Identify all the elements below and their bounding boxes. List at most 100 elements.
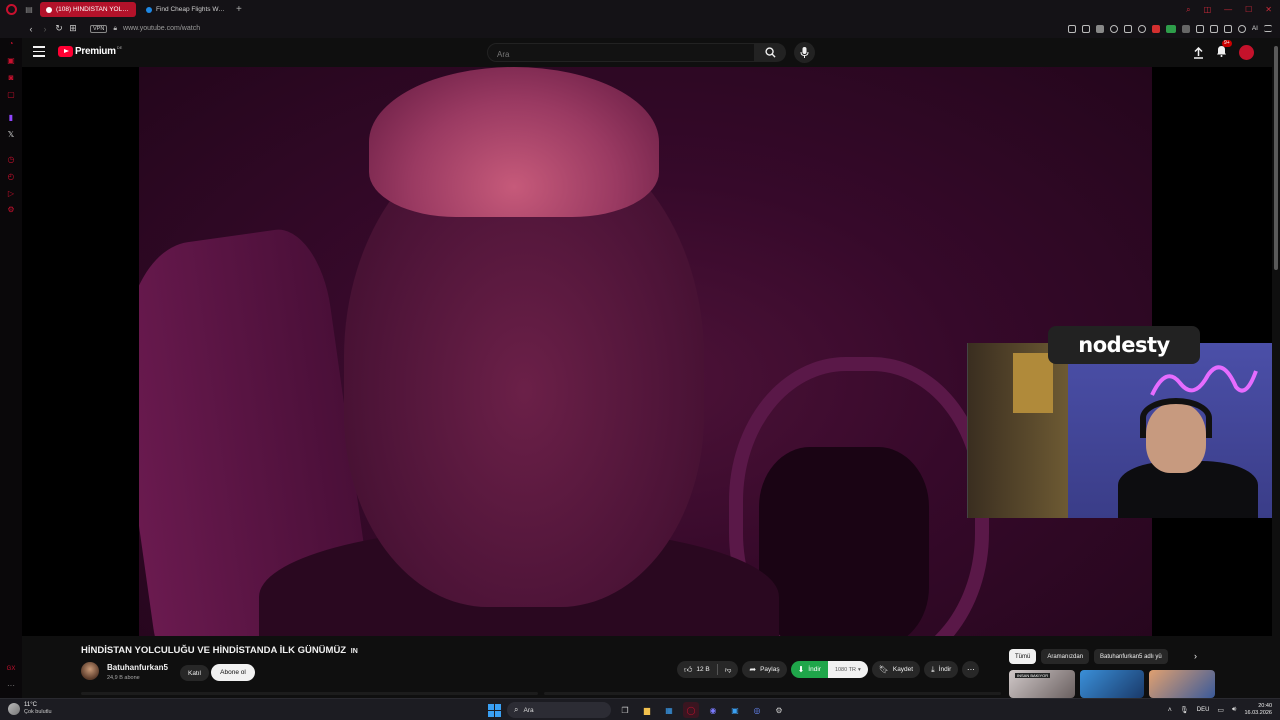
opera-logo-icon[interactable]	[0, 0, 22, 19]
share-button[interactable]: ➦ Paylaş	[742, 661, 787, 678]
back-icon[interactable]: ‹	[24, 24, 38, 34]
save-button[interactable]: 🔖︎ Kaydet	[871, 661, 921, 678]
extension-green-icon[interactable]	[1165, 24, 1176, 33]
chip-all[interactable]: Tümü	[1009, 649, 1037, 664]
tab-flights[interactable]: Find Cheap Flights Worldw	[140, 2, 232, 17]
related-video-thumbnail[interactable]	[1080, 670, 1144, 698]
file-explorer-icon[interactable]: ▆	[639, 702, 655, 718]
extension-red-icon[interactable]	[1151, 24, 1160, 33]
more-icon[interactable]: ···	[6, 680, 16, 690]
heart-icon[interactable]	[1137, 24, 1146, 33]
account-avatar[interactable]	[1239, 45, 1254, 60]
app-circle-icon[interactable]: ◎	[749, 702, 765, 718]
download-icon: ⤓	[931, 664, 935, 674]
upload-icon[interactable]	[1193, 46, 1204, 59]
shield-icon[interactable]	[1095, 24, 1104, 33]
history-icon[interactable]: ◷	[6, 154, 16, 164]
clock[interactable]: 20:40 16.03.2026	[1244, 703, 1272, 717]
dislike-button[interactable]: 👎︎	[718, 661, 739, 678]
mic-tray-icon[interactable]: 🎙︎	[1180, 706, 1189, 714]
minimize-icon[interactable]: —	[1224, 5, 1232, 14]
share-label: Paylaş	[760, 666, 780, 673]
channel-avatar[interactable]	[81, 662, 99, 680]
aria-icon[interactable]: ◔	[6, 38, 16, 48]
close-icon[interactable]: ✕	[1265, 5, 1272, 14]
search-tabs-icon[interactable]: ⌕	[1186, 5, 1190, 15]
reload-icon[interactable]: ↻	[52, 23, 66, 34]
tab-sidebar-icon[interactable]: ▤	[22, 0, 36, 19]
search-input[interactable]	[488, 46, 754, 63]
pin-icon[interactable]	[1067, 24, 1076, 33]
forward-icon[interactable]: ›	[38, 24, 52, 34]
ai-button[interactable]: AI	[1252, 25, 1258, 32]
download-button[interactable]: ⤓ İndir	[924, 661, 959, 678]
related-video-thumbnail[interactable]	[1149, 670, 1215, 698]
page-scrollbar[interactable]	[1272, 38, 1280, 698]
download2-label: İndir	[938, 666, 952, 673]
wallet-icon[interactable]	[1223, 24, 1232, 33]
shopping-icon[interactable]: ▣	[6, 55, 16, 65]
scrollbar-thumb[interactable]	[1274, 46, 1278, 270]
tab-youtube[interactable]: (108) HİNDİSTAN YOLCUL	[40, 2, 136, 17]
opera-gx-taskbar-icon[interactable]: ◯	[683, 702, 699, 718]
windows-start-icon[interactable]	[488, 703, 501, 717]
lock-icon[interactable]: 🔒︎	[113, 25, 117, 33]
new-tab-button[interactable]: +	[236, 4, 242, 15]
like-button[interactable]: 👍︎ 12 B	[677, 661, 717, 678]
video-title: HİNDİSTAN YOLCULUĞU VE HİNDİSTANDA İLK G…	[81, 645, 358, 656]
youtube-logo[interactable]: Premium DE	[58, 45, 122, 57]
discord-icon[interactable]: ◉	[705, 702, 721, 718]
puzzle-icon[interactable]	[1195, 24, 1204, 33]
camera-icon[interactable]	[1123, 24, 1132, 33]
chip-channel[interactable]: Batuhanfurkan5 adlı yü	[1094, 649, 1168, 664]
maximize-icon[interactable]: ☐	[1245, 5, 1252, 14]
settings-gear-icon[interactable]: ⚙	[771, 702, 787, 718]
chevron-right-icon[interactable]: ›	[1194, 651, 1197, 661]
instagram-icon[interactable]: ▢	[6, 89, 16, 99]
related-video-thumbnail[interactable]: INSAN BAKIYOR	[1009, 670, 1075, 698]
app-window-icon[interactable]: ▣	[727, 702, 743, 718]
screenshot-icon[interactable]	[1081, 24, 1090, 33]
player-icon[interactable]: ▷	[6, 188, 16, 198]
language-indicator[interactable]: DEU	[1197, 707, 1210, 713]
snapshot-icon[interactable]: ◫	[1204, 5, 1212, 14]
subscribe-button[interactable]: Abone ol	[211, 664, 255, 681]
show-hidden-icons-icon[interactable]: ˄	[1168, 707, 1172, 714]
search-button[interactable]	[755, 43, 786, 62]
join-button[interactable]: Katıl	[180, 665, 209, 681]
play-icon[interactable]	[1109, 24, 1118, 33]
x-twitter-icon[interactable]: 𝕏	[6, 129, 16, 139]
download-icon[interactable]	[1209, 24, 1218, 33]
vpn-badge[interactable]: VPN	[90, 24, 108, 33]
chip-from-search[interactable]: Aramanızdan	[1041, 649, 1090, 664]
download-label: İndir	[808, 666, 821, 673]
notification-badge: 9+	[1222, 39, 1232, 47]
taskbar-search[interactable]: ⌕ Ara	[507, 702, 611, 718]
volume-icon[interactable]: 🔊︎	[1232, 706, 1236, 714]
hamburger-menu-icon[interactable]	[33, 46, 45, 58]
clock-icon[interactable]: ◴	[6, 171, 16, 181]
notifications-button[interactable]: 9+	[1216, 39, 1232, 62]
url-field[interactable]: www.youtube.com/watch	[123, 25, 200, 32]
messenger-icon[interactable]: ◙	[6, 72, 16, 82]
download-quality-select[interactable]: 1080 TR ▾	[827, 661, 868, 678]
home-grid-icon[interactable]: ⊞	[66, 23, 80, 34]
settings-icon[interactable]	[1237, 24, 1246, 33]
weather-description: Çok bulutlu	[24, 709, 52, 715]
download-extension-button[interactable]: ⬇ İndir	[790, 661, 828, 678]
voice-search-button[interactable]	[794, 42, 815, 63]
weather-widget[interactable]: 11°C Çok bulutlu	[8, 702, 52, 716]
thumbs-down-icon: 👎︎	[724, 666, 732, 674]
save-label: Kaydet	[892, 666, 914, 673]
channel-name[interactable]: Batuhanfurkan5	[107, 663, 168, 672]
store-icon[interactable]: ▦	[661, 702, 677, 718]
extension-gray-icon[interactable]	[1181, 24, 1190, 33]
network-icon[interactable]: ▭	[1217, 706, 1224, 714]
browser-menu-icon[interactable]	[1264, 25, 1272, 32]
task-view-icon[interactable]: ❐	[617, 702, 633, 718]
sidebar-settings-icon[interactable]: ⚙	[6, 204, 16, 214]
twitch-icon[interactable]: ▮	[6, 112, 16, 122]
more-actions-icon[interactable]: ⋯	[962, 661, 980, 678]
gx-icon[interactable]: GX	[6, 664, 16, 674]
header-actions: 9+	[1193, 39, 1254, 62]
